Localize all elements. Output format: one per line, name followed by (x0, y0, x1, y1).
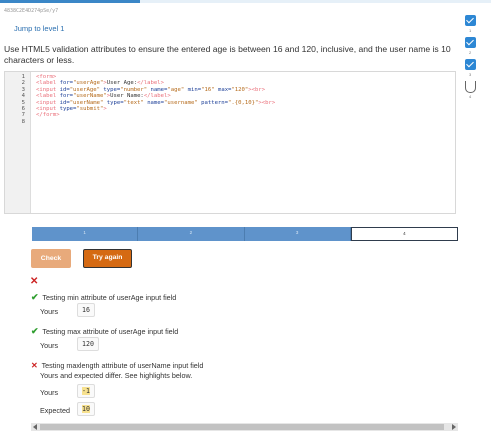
code-token: "username" (164, 99, 198, 106)
code-token: pattern= (201, 99, 229, 106)
fail-x-icon: ✕ (31, 361, 38, 370)
code-token: for= (59, 80, 74, 87)
code-token: type= (59, 106, 77, 112)
level-tracker-item-4[interactable]: 4 (459, 81, 481, 103)
level-number: 2 (469, 50, 472, 55)
level-tab-3[interactable]: 3 (244, 227, 351, 241)
test-title: Testing min attribute of userAge input f… (42, 293, 177, 302)
code-token: "120" (231, 86, 249, 93)
level-number: 4 (469, 94, 472, 99)
level-tab-label: 2 (189, 230, 193, 235)
try-again-button[interactable]: Try again (83, 249, 132, 268)
yours-label: Yours (40, 341, 59, 350)
code-token: "userAge" (73, 80, 104, 87)
code-token: <form> (36, 74, 57, 80)
activity-id: 4838C2E4D274pSe/y7 (4, 8, 59, 14)
overall-fail-icon: ✕ (30, 276, 39, 287)
code-token: </label> (137, 80, 165, 87)
code-token: for= (59, 93, 74, 100)
horizontal-scrollbar[interactable] (31, 423, 458, 431)
highlighted-difference: -1 (82, 387, 90, 395)
yours-value: -1 (77, 384, 95, 398)
checkbox-checked-icon (465, 59, 476, 70)
level-tracker-item-2[interactable]: 2 (459, 37, 481, 59)
level-number: 1 (469, 28, 472, 33)
line-number: 8 (21, 118, 25, 125)
code-token: User Age: (106, 80, 138, 87)
yours-label: Yours (40, 388, 59, 397)
scroll-left-arrow-icon[interactable] (33, 424, 37, 430)
level-tab-label: 3 (295, 230, 299, 235)
level-tracker-item-3[interactable]: 3 (459, 59, 481, 81)
top-progress-line (0, 0, 491, 3)
level-tab-2[interactable]: 2 (138, 227, 245, 241)
difference-note: Yours and expected differ. See highlight… (40, 371, 193, 380)
code-token: "age" (167, 86, 185, 93)
incomplete-level-icon (465, 81, 476, 93)
code-token: ><br> (258, 99, 276, 106)
code-token: </form> (36, 112, 60, 119)
scroll-right-arrow-icon[interactable] (452, 424, 456, 430)
code-token: id= (59, 99, 70, 106)
code-token: User Name: (110, 93, 144, 100)
code-token: "text" (123, 99, 144, 106)
code-token: min= (187, 86, 202, 93)
checkbox-checked-icon (465, 37, 476, 48)
test-title: Testing maxlength attribute of userName … (41, 361, 204, 370)
check-button[interactable]: Check (31, 249, 71, 268)
scrollbar-thumb[interactable] (40, 424, 444, 430)
level-tab-label: 1 (83, 230, 86, 235)
level-tracker-item-1[interactable]: 1 (459, 15, 481, 37)
expected-value: 10 (77, 402, 95, 416)
checkbox-checked-icon (465, 15, 476, 26)
level-number: 3 (469, 72, 472, 77)
code-token: type= (106, 99, 124, 106)
level-tab-4[interactable]: 4 (350, 227, 458, 241)
code-token: max= (217, 86, 232, 93)
code-token: ><br> (248, 86, 266, 93)
top-progress-segment (0, 0, 140, 3)
code-editor[interactable]: 1 <form> 2 <label for="userAge">User Age:</… (4, 71, 456, 214)
code-token: "userAge" (69, 86, 100, 93)
level-tab-1[interactable]: 1 (32, 227, 139, 241)
pass-check-icon: ✔ (31, 292, 39, 302)
code-token: "userName" (69, 99, 104, 106)
code-token: </label> (143, 93, 171, 100)
code-token: "number" (120, 86, 148, 93)
test-result-2: ✔ Testing max attribute of userAge input… (31, 326, 178, 337)
code-token: > (103, 106, 107, 112)
code-token: "userName" (73, 93, 107, 100)
highlighted-difference: 10 (82, 405, 90, 413)
pass-check-icon: ✔ (31, 326, 39, 336)
yours-value: 16 (77, 303, 95, 317)
test-result-3: ✕ Testing maxlength attribute of userNam… (31, 361, 203, 370)
yours-label: Yours (40, 307, 59, 316)
code-token: <input (36, 106, 60, 112)
test-title: Testing max attribute of userAge input f… (42, 327, 179, 336)
expected-label: Expected (40, 406, 70, 415)
level-tab-label: 4 (403, 231, 406, 236)
activity-prompt: Use HTML5 validation attributes to ensur… (4, 44, 451, 65)
code-text: </form> (36, 112, 60, 118)
code-token: "16" (201, 86, 215, 93)
code-token: name= (150, 86, 168, 93)
code-token: ".{0,10}" (228, 99, 259, 106)
yours-value: 120 (77, 337, 99, 351)
jump-to-level-link[interactable]: Jump to level 1 (14, 24, 64, 33)
code-token: type= (103, 86, 121, 93)
code-token: id= (59, 86, 70, 93)
code-token: <label (36, 80, 60, 87)
code-token: <input (36, 99, 60, 106)
code-token: "submit" (76, 106, 104, 112)
code-token: name= (147, 99, 165, 106)
code-token: <label (36, 93, 60, 100)
level-tabs: 1 2 3 4 (32, 227, 458, 241)
test-result-1: ✔ Testing min attribute of userAge input… (31, 292, 176, 303)
level-tracker: 1 2 3 4 (459, 15, 481, 103)
code-token: <input (36, 86, 60, 93)
